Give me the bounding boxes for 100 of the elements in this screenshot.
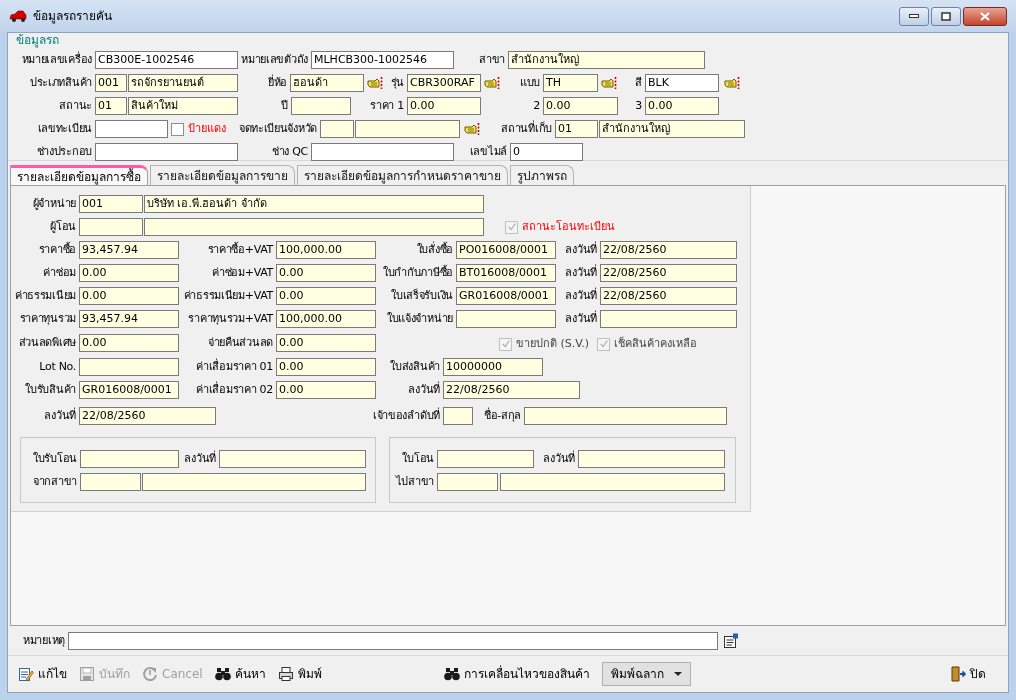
input-field[interactable]: 0.00 [79, 264, 179, 282]
input-field[interactable]: GR016008/0001 [79, 381, 179, 399]
close-form-button[interactable]: ปิด [950, 665, 986, 683]
input-field[interactable]: 0.00 [407, 97, 481, 115]
input-field[interactable] [578, 449, 725, 468]
field-label: ใบแจ้งจำหน่าย [386, 311, 454, 327]
field-label: จ่ายคืนส่วนลด [207, 335, 274, 351]
input-field[interactable]: MLHCB300-1002546 [311, 51, 454, 69]
input-field[interactable]: 01 [95, 97, 127, 115]
input-field[interactable] [524, 407, 727, 425]
input-field[interactable]: 0 [510, 143, 583, 161]
tab[interactable]: รายละเอียดข้อมูลการซื้อ [10, 165, 148, 185]
tab[interactable]: รายละเอียดข้อมูลการกำหนดราคาขาย [297, 165, 508, 185]
input-field[interactable]: BT016008/0001 [456, 264, 556, 282]
minimize-button[interactable] [899, 6, 929, 26]
input-field[interactable]: บริษัท เอ.พี.ฮอนด้า จำกัด [144, 195, 484, 213]
tab[interactable]: รูปภาพรถ [510, 165, 574, 185]
field-label: ส่วนลดพิเศษ [17, 335, 77, 351]
input-field[interactable] [79, 218, 143, 236]
input-field[interactable]: 22/08/2560 [600, 287, 737, 305]
input-field[interactable] [80, 472, 141, 491]
print-label-dropdown[interactable]: พิมพ์ฉลาก [601, 662, 691, 686]
input-field[interactable] [320, 120, 354, 138]
input-field[interactable] [443, 407, 473, 425]
pointing-hand-icon[interactable] [724, 76, 740, 90]
field-label: ค่าธรรมเนียม [14, 288, 77, 304]
input-field[interactable]: BLK [645, 74, 719, 92]
field-label: ใบรับสินค้า [24, 382, 77, 398]
input-field[interactable]: 22/08/2560 [443, 381, 580, 399]
toolbar-button[interactable]: พิมพ์ [277, 665, 322, 683]
input-field[interactable]: 001 [95, 74, 127, 92]
field-label: ราคาทุนรวม+VAT [187, 311, 275, 327]
input-field[interactable]: TH [543, 74, 598, 92]
input-field[interactable]: 22/08/2560 [600, 241, 737, 259]
input-field[interactable]: ฮอนด้า [290, 74, 364, 92]
input-field[interactable]: 001 [79, 195, 143, 213]
input-field[interactable]: 0.00 [79, 334, 179, 352]
field-label: จากสาขา [32, 473, 78, 490]
input-field[interactable] [600, 310, 737, 328]
input-field[interactable]: GR016008/0001 [456, 287, 556, 305]
field-label: ค่าเสื่อมราคา 02 [195, 381, 274, 398]
checkbox[interactable] [171, 122, 184, 136]
input-field[interactable] [456, 310, 556, 328]
input-field[interactable]: 0.00 [79, 287, 179, 305]
maximize-button[interactable] [931, 6, 961, 26]
input-field[interactable] [144, 218, 484, 236]
movement-button[interactable]: การเคลื่อนไหวของสินค้า [443, 665, 590, 683]
field-label: เจ้าของลำดับที่ [372, 407, 441, 424]
input-field[interactable]: สำนักงานใหญ่ [599, 120, 745, 138]
close-button[interactable] [963, 6, 1007, 26]
pointing-hand-icon[interactable] [484, 76, 500, 90]
input-field[interactable]: 0.00 [276, 358, 376, 376]
input-field[interactable] [142, 472, 366, 491]
input-field[interactable] [95, 120, 168, 138]
pointing-hand-icon[interactable] [464, 122, 480, 136]
input-field[interactable] [291, 97, 351, 115]
field-label: ยี่ห้อ [266, 74, 288, 91]
input-field[interactable]: 100,000.00 [276, 310, 376, 328]
note-icon[interactable] [723, 632, 739, 649]
toolbar-button[interactable]: ค้นหา [214, 665, 266, 683]
tab[interactable]: รายละเอียดข้อมูลการขาย [150, 165, 295, 185]
undo-icon [142, 666, 158, 682]
input-field[interactable] [68, 631, 718, 650]
input-field[interactable]: 100,000.00 [276, 241, 376, 259]
input-field[interactable]: 0.00 [276, 334, 376, 352]
input-field[interactable]: CBR300RAF [407, 74, 481, 92]
input-field[interactable] [311, 143, 454, 161]
input-field[interactable] [355, 120, 460, 138]
input-field[interactable]: 22/08/2560 [79, 407, 216, 425]
input-field[interactable]: 0.00 [543, 97, 618, 115]
input-field[interactable]: 0.00 [276, 264, 376, 282]
input-field[interactable]: สำนักงานใหญ่ [508, 51, 705, 69]
field-label: ผู้โอน [49, 219, 77, 235]
input-field[interactable] [80, 449, 179, 468]
input-field[interactable] [500, 472, 725, 491]
input-field[interactable] [219, 449, 366, 468]
input-field[interactable]: รถจักรยานยนต์ [128, 74, 238, 92]
field-label: Lot No. [38, 359, 77, 375]
input-field[interactable] [437, 472, 498, 491]
toolbar-button[interactable]: แก้ไข [18, 665, 67, 683]
pointing-hand-icon[interactable] [601, 76, 617, 90]
input-field[interactable]: 93,457.94 [79, 310, 179, 328]
input-field[interactable]: 0.00 [276, 381, 376, 399]
field-label: หมายเลขตัวถัง [240, 52, 309, 68]
input-field[interactable]: 22/08/2560 [600, 264, 737, 282]
input-field[interactable]: 0.00 [276, 287, 376, 305]
input-field[interactable] [79, 358, 179, 376]
input-field[interactable] [437, 449, 534, 468]
field-label: แบบ [518, 75, 541, 91]
input-field[interactable] [95, 143, 238, 161]
input-field[interactable]: สินค้าใหม่ [128, 97, 238, 115]
input-field[interactable]: 01 [555, 120, 598, 138]
input-field[interactable]: CB300E-1002546 [95, 51, 238, 69]
input-field[interactable]: 93,457.94 [79, 241, 179, 259]
pointing-hand-icon[interactable] [367, 76, 383, 90]
field-label: ลงวันที่ [542, 449, 576, 467]
input-field[interactable]: 0.00 [645, 97, 719, 115]
input-field[interactable]: 10000000 [443, 358, 543, 376]
input-field[interactable]: PO016008/0001 [456, 241, 556, 259]
restore-icon [941, 11, 951, 21]
